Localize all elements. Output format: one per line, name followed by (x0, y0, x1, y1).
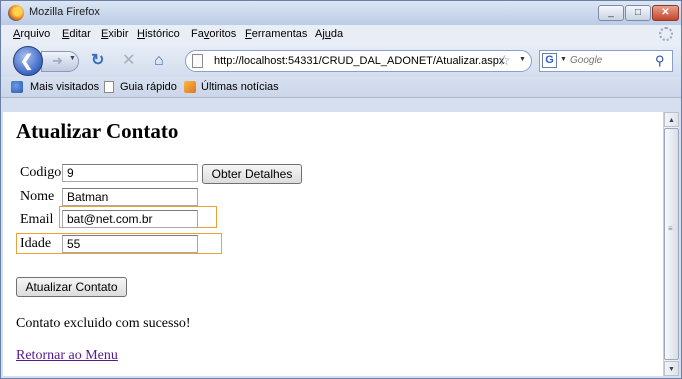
back-arrow-icon: ❮ (20, 53, 34, 70)
title-bar: Mozilla Firefox _ □ ✕ (1, 1, 681, 25)
page-icon (104, 81, 114, 93)
google-icon[interactable]: G (542, 53, 557, 68)
reload-icon[interactable]: ↻ (91, 53, 104, 69)
throbber-icon (659, 27, 673, 41)
menu-arquivo[interactable]: Arquivo (13, 28, 50, 40)
nome-label: Nome (20, 189, 55, 204)
menu-ajuda[interactable]: Ajuda (315, 28, 343, 40)
bookmark-ultimas-noticias[interactable]: Últimas notícias (201, 81, 279, 93)
email-input[interactable]: bat@net.com.br (62, 210, 198, 228)
url-bar[interactable]: http://localhost:54331/CRUD_DAL_ADONET/A… (185, 50, 532, 72)
menu-historico[interactable]: Histórico (137, 28, 180, 40)
stop-icon[interactable]: ✕ (122, 53, 135, 69)
idade-input[interactable]: 55 (62, 235, 198, 253)
menu-exibir[interactable]: Exibir (101, 28, 129, 40)
forward-arrow-icon: ➜ (52, 53, 63, 68)
menu-favoritos[interactable]: Favoritos (191, 28, 236, 40)
scroll-down-icon[interactable]: ▼ (664, 361, 679, 376)
search-input[interactable] (570, 55, 650, 66)
bookmark-mais-visitados[interactable]: Mais visitados (30, 81, 99, 93)
page-title: Atualizar Contato (16, 119, 179, 143)
navigation-toolbar: ➜ ▼ ❮ ↻ ✕ ⌂ http://localhost:54331/CRUD_… (1, 43, 681, 77)
menu-bar: Arquivo Editar Exibir Histórico Favorito… (1, 25, 681, 43)
page-icon (192, 54, 203, 68)
back-button[interactable]: ❮ (13, 46, 43, 76)
star-icon[interactable]: ☆ (498, 52, 511, 69)
obter-detalhes-button[interactable]: Obter Detalhes (202, 164, 302, 184)
rss-feed-icon (184, 81, 196, 93)
minimize-button[interactable]: _ (598, 5, 624, 21)
bookmark-guia-rapido[interactable]: Guia rápido (120, 81, 177, 93)
url-text[interactable]: http://localhost:54331/CRUD_DAL_ADONET/A… (214, 55, 504, 67)
grip-icon: ≡ (668, 224, 673, 233)
codigo-label: Codigo (20, 165, 62, 180)
maximize-button[interactable]: □ (625, 5, 651, 21)
page-content: Atualizar Contato Codigo 9 Obter Detalhe… (3, 112, 663, 376)
menu-editar[interactable]: Editar (62, 28, 91, 40)
email-label: Email (20, 212, 54, 227)
most-visited-icon (11, 81, 23, 93)
forward-button[interactable]: ➜ ▼ (41, 51, 79, 72)
firefox-logo-icon (8, 5, 24, 21)
atualizar-contato-button[interactable]: Atualizar Contato (16, 277, 127, 297)
nome-input[interactable]: Batman (62, 188, 198, 206)
scroll-up-icon[interactable]: ▲ (664, 112, 679, 127)
idade-label: Idade (20, 236, 52, 251)
scrollbar-thumb[interactable] (664, 128, 679, 360)
window-title: Mozilla Firefox (29, 6, 100, 18)
bookmarks-toolbar: Mais visitados Guia rápido Últimas notíc… (1, 77, 681, 98)
url-dropdown-icon[interactable]: ▼ (519, 56, 526, 63)
close-button[interactable]: ✕ (652, 5, 679, 21)
codigo-input[interactable]: 9 (62, 164, 198, 182)
retornar-menu-link[interactable]: Retornar ao Menu (16, 348, 118, 364)
browser-window: Mozilla Firefox _ □ ✕ Arquivo Editar Exi… (0, 0, 682, 379)
vertical-scrollbar[interactable]: ▲ ≡ ▼ (663, 112, 679, 376)
magnifier-icon[interactable]: ⚲ (655, 53, 665, 69)
history-dropdown-icon[interactable]: ▼ (69, 55, 76, 62)
search-bar: G ▼ ⚲ (539, 50, 673, 72)
search-engine-dropdown-icon[interactable]: ▼ (560, 56, 567, 63)
home-icon[interactable]: ⌂ (154, 53, 164, 69)
menu-ferramentas[interactable]: Ferramentas (245, 28, 307, 40)
status-message: Contato excluido com sucesso! (16, 316, 191, 331)
